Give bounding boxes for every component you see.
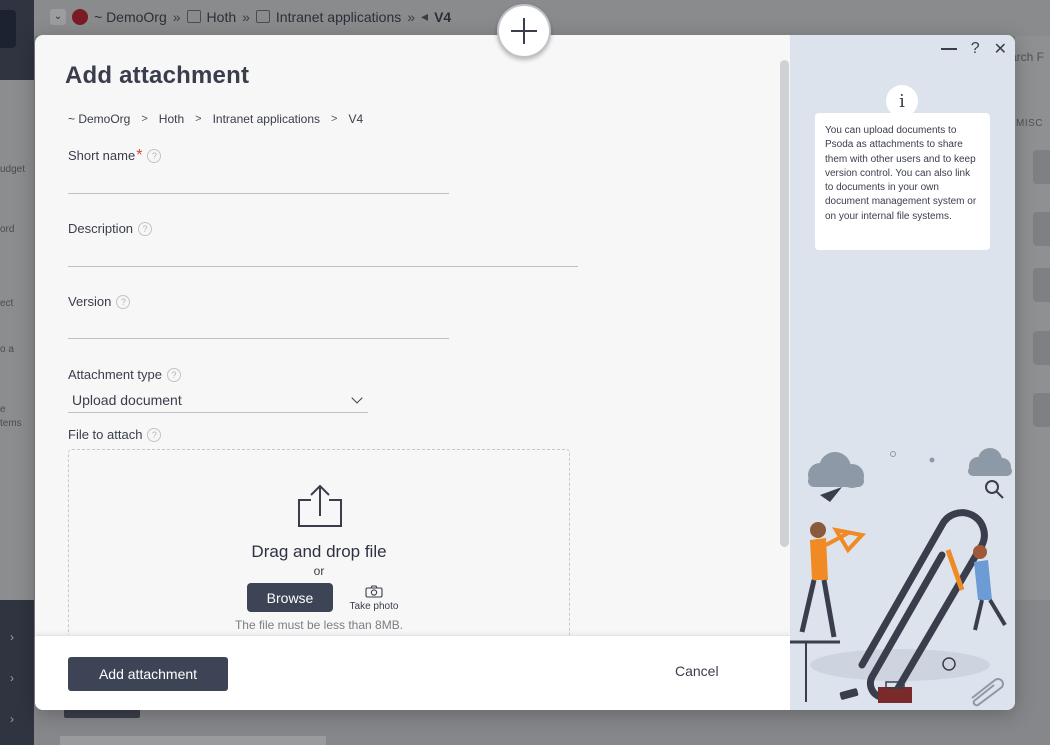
chevron-right-icon: › bbox=[10, 712, 14, 726]
description-label: Description ? bbox=[68, 221, 153, 236]
file-to-attach-label-text: File to attach bbox=[68, 427, 143, 442]
bg-side-label: tems bbox=[0, 418, 22, 429]
breadcrumb-item[interactable]: ~ DemoOrg bbox=[68, 112, 130, 126]
attachment-illustration bbox=[790, 448, 1012, 707]
take-photo-button[interactable]: Take photo bbox=[348, 583, 400, 612]
bg-search-input: arch F bbox=[1010, 50, 1045, 64]
bg-side-label: udget bbox=[0, 164, 26, 175]
add-button[interactable] bbox=[497, 4, 551, 58]
upload-icon bbox=[298, 484, 342, 527]
browse-button[interactable]: Browse bbox=[247, 583, 333, 612]
short-name-input[interactable] bbox=[68, 168, 449, 194]
dropzone-or: or bbox=[313, 564, 325, 578]
chevron-right-icon: > bbox=[331, 113, 338, 125]
bg-bar bbox=[60, 736, 326, 745]
attachment-type-select[interactable]: Upload document bbox=[68, 387, 368, 413]
chevron-right-icon: › bbox=[10, 671, 14, 685]
dialog-footer: Add attachment Cancel bbox=[35, 635, 790, 710]
help-icon[interactable]: ? bbox=[147, 148, 162, 163]
take-photo-label: Take photo bbox=[349, 601, 399, 612]
attachment-type-label-text: Attachment type bbox=[68, 367, 162, 382]
info-icon: i bbox=[886, 85, 918, 117]
double-chevron-icon: » bbox=[407, 8, 416, 25]
camera-icon bbox=[365, 585, 383, 598]
bg-misc-tile bbox=[1033, 212, 1050, 246]
help-icon[interactable]: ? bbox=[166, 367, 181, 382]
bg-misc-tile bbox=[1033, 393, 1050, 427]
chevron-right-icon: › bbox=[10, 630, 14, 644]
scrollbar-thumb[interactable] bbox=[780, 60, 789, 547]
book-icon bbox=[186, 10, 201, 23]
file-to-attach-label: File to attach ? bbox=[68, 427, 162, 442]
scrollbar[interactable] bbox=[780, 60, 789, 650]
description-label-text: Description bbox=[68, 221, 134, 236]
bg-side-label: ord bbox=[0, 224, 15, 235]
help-icon[interactable]: ? bbox=[147, 427, 162, 442]
version-input[interactable] bbox=[68, 313, 449, 339]
attachment-type-label: Attachment type ? bbox=[68, 367, 181, 382]
add-attachment-dialog: Add attachment ~ DemoOrg > Hoth > Intran… bbox=[35, 35, 1015, 710]
chevron-down-icon: ⌄ bbox=[50, 8, 66, 25]
bg-logo bbox=[0, 10, 16, 48]
bg-misc-label: MISC bbox=[1016, 118, 1043, 129]
breadcrumb-item[interactable]: Hoth bbox=[159, 112, 184, 126]
bg-misc-tile bbox=[1033, 331, 1050, 365]
add-attachment-button[interactable]: Add attachment bbox=[68, 657, 228, 691]
version-label: Version ? bbox=[68, 294, 131, 309]
chevron-right-icon: > bbox=[141, 113, 148, 125]
help-button[interactable]: ? bbox=[971, 40, 980, 58]
help-icon[interactable]: ? bbox=[116, 294, 131, 309]
dialog-title: Add attachment bbox=[65, 62, 250, 89]
minimize-icon[interactable] bbox=[940, 48, 957, 50]
org-logo-icon bbox=[72, 8, 88, 25]
file-size-note: The file must be less than 8MB. bbox=[234, 618, 404, 632]
required-marker: * bbox=[136, 146, 143, 164]
bg-side-label: ect bbox=[0, 298, 14, 309]
bg-side-label: o a bbox=[0, 344, 14, 355]
bg-breadcrumb-item: V4 bbox=[434, 8, 452, 25]
double-chevron-icon: » bbox=[172, 8, 181, 25]
description-input[interactable] bbox=[68, 241, 578, 267]
plus-icon bbox=[523, 18, 525, 44]
short-name-label-text: Short name bbox=[68, 148, 136, 163]
attachment-type-value: Upload document bbox=[72, 391, 182, 408]
bg-misc-tile bbox=[1033, 268, 1050, 302]
dropzone-title: Drag and drop file bbox=[251, 542, 387, 561]
window-controls: ? ✕ bbox=[940, 39, 1007, 59]
triangle-left-icon: ◂ bbox=[421, 8, 429, 24]
close-icon[interactable]: ✕ bbox=[994, 39, 1007, 59]
book-icon bbox=[255, 10, 270, 23]
breadcrumb: ~ DemoOrg > Hoth > Intranet applications… bbox=[68, 112, 363, 126]
bg-breadcrumb: ⌄ ~ DemoOrg » Hoth » Intranet applicatio… bbox=[50, 8, 451, 25]
help-text: You can upload documents to Psoda as att… bbox=[825, 125, 977, 222]
file-dropzone[interactable]: Drag and drop file or Browse Take photo … bbox=[68, 449, 570, 649]
cancel-button[interactable]: Cancel bbox=[675, 663, 719, 679]
bg-breadcrumb-item: Intranet applications bbox=[275, 8, 402, 25]
breadcrumb-item[interactable]: Intranet applications bbox=[213, 112, 320, 126]
chevron-down-icon bbox=[351, 391, 363, 404]
short-name-label: Short name * ? bbox=[68, 146, 162, 164]
bg-side-panel: udget ord ect o a e tems bbox=[0, 80, 34, 600]
double-chevron-icon: » bbox=[242, 8, 250, 25]
help-text-box: You can upload documents to Psoda as att… bbox=[815, 113, 990, 250]
bg-side-label: e bbox=[0, 404, 6, 415]
help-icon[interactable]: ? bbox=[138, 221, 153, 236]
bg-breadcrumb-item: ~ DemoOrg bbox=[94, 8, 167, 25]
help-panel: ? ✕ You can upload documents to Psoda as… bbox=[790, 35, 1015, 710]
bg-breadcrumb-item: Hoth bbox=[206, 8, 237, 25]
chevron-right-icon: > bbox=[195, 113, 202, 125]
breadcrumb-item[interactable]: V4 bbox=[348, 112, 363, 126]
bg-misc-tile bbox=[1033, 150, 1050, 184]
version-label-text: Version bbox=[68, 294, 112, 309]
